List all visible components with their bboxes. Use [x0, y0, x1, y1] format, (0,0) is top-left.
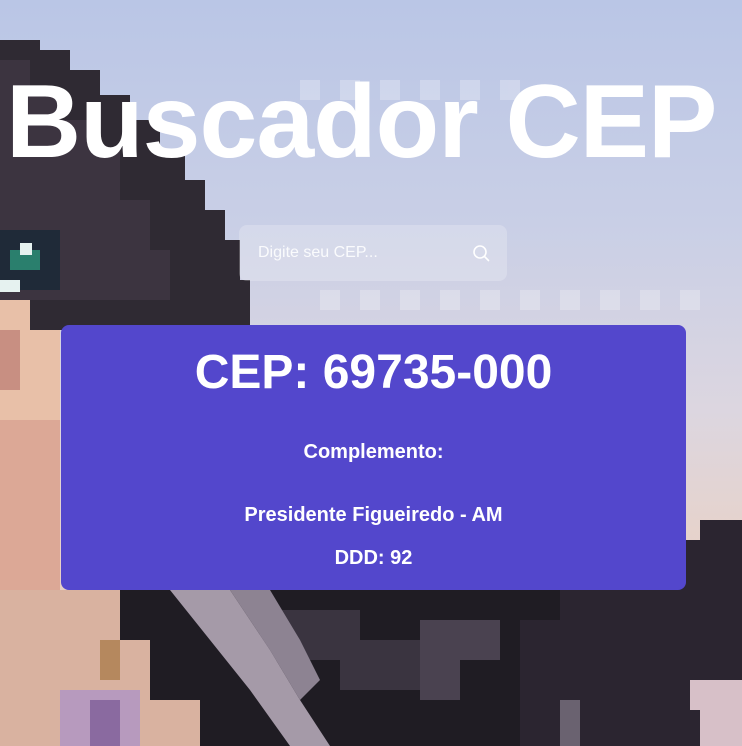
search-bar — [239, 225, 507, 281]
search-icon — [473, 245, 490, 262]
result-card: CEP: 69735-000 Complemento: Presidente F… — [61, 325, 686, 590]
complemento-label: Complemento: — [303, 441, 444, 463]
search-button[interactable] — [469, 241, 493, 265]
cep-heading: CEP: 69735-000 — [194, 346, 553, 399]
cep-search-input[interactable] — [239, 225, 459, 281]
city-state-text: Presidente Figueiredo - AM — [244, 504, 503, 526]
page-title: Buscador CEP — [6, 64, 717, 180]
ddd-text: DDD: 92 — [334, 547, 413, 569]
